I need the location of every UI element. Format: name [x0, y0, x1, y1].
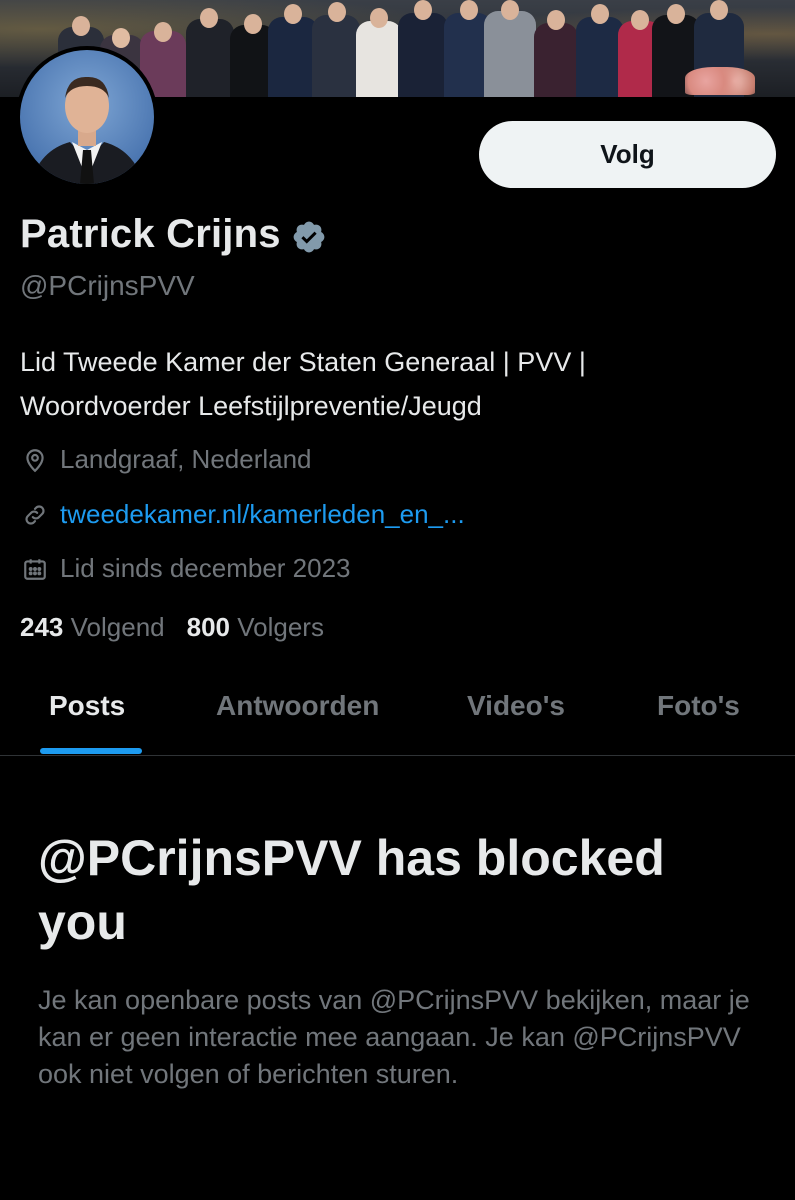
tab-photos[interactable]: Foto's — [657, 690, 740, 722]
joined-row: Lid sinds december 2023 — [20, 553, 351, 584]
followers-count: 800 — [186, 612, 230, 642]
blocked-description: Je kan openbare posts van @PCrijnsPVV be… — [38, 985, 750, 1089]
bio-line: Woordvoerder Leefstijlpreventie/Jeugd — [20, 391, 482, 421]
joined-text: Lid sinds december 2023 — [60, 553, 351, 583]
followers-label: Volgers — [237, 612, 324, 642]
profile-bio: Lid Tweede Kamer der Staten Generaal | P… — [20, 340, 760, 428]
bio-line: Lid Tweede Kamer der Staten Generaal | P… — [20, 347, 586, 377]
followers-link[interactable]: 800 Volgers — [187, 612, 324, 643]
location-pin-icon — [20, 445, 50, 475]
tab-replies[interactable]: Antwoorden — [216, 690, 379, 722]
profile-photo — [20, 50, 154, 184]
location-row: Landgraaf, Nederland — [20, 444, 312, 475]
location-text: Landgraaf, Nederland — [60, 444, 312, 474]
verified-badge-icon[interactable] — [291, 219, 327, 255]
website-link[interactable]: tweedekamer.nl/kamerleden_en_... — [60, 499, 465, 530]
profile-tabs: Posts Antwoorden Video's Foto's — [0, 670, 795, 756]
website-row: tweedekamer.nl/kamerleden_en_... — [20, 499, 465, 530]
profile-handle: @PCrijnsPVV — [20, 270, 195, 301]
follow-button[interactable]: Volg — [479, 121, 776, 188]
follow-stats: 243 Volgend 800 Volgers — [20, 612, 324, 643]
display-name-row: Patrick Crijns — [20, 212, 327, 257]
avatar[interactable] — [16, 46, 158, 188]
calendar-icon — [20, 554, 50, 584]
blocked-title: @PCrijnsPVV has blocked you — [38, 830, 665, 950]
display-name: Patrick Crijns — [20, 212, 281, 256]
tab-videos[interactable]: Video's — [467, 690, 565, 722]
profile-page: Volg Patrick Crijns @PCrijnsPVV Lid Twee… — [0, 0, 795, 1200]
link-icon — [20, 500, 50, 530]
following-count: 243 — [20, 612, 64, 642]
active-tab-indicator — [40, 748, 142, 754]
tab-posts[interactable]: Posts — [49, 690, 125, 722]
following-label: Volgend — [70, 612, 165, 642]
following-link[interactable]: 243 Volgend — [20, 612, 165, 643]
